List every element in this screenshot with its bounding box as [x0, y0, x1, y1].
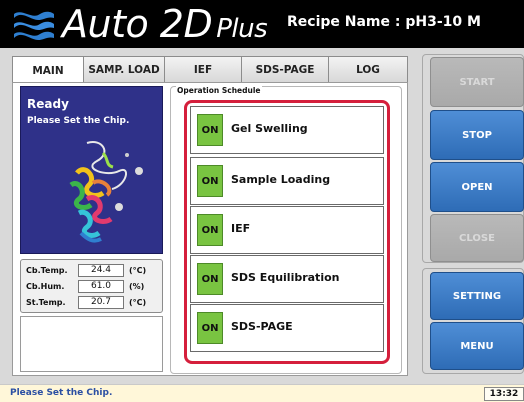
app-title: Auto 2D Plus	[62, 2, 268, 50]
step-sample-loading[interactable]: ON Sample Loading	[190, 157, 384, 205]
step-sds-equilibration[interactable]: ON SDS Equilibration	[190, 255, 384, 303]
step-name: SDS Equilibration	[231, 271, 340, 284]
open-button[interactable]: OPEN	[430, 162, 524, 212]
step-sds-page[interactable]: ON SDS-PAGE	[190, 304, 384, 352]
step-name: SDS-PAGE	[231, 320, 293, 333]
reading-label: Cb.Temp.	[26, 266, 68, 275]
tab-ief[interactable]: IEF	[164, 56, 242, 82]
status-title: Ready	[27, 97, 69, 111]
tab-bar: MAIN SAMP. LOAD IEF SDS-PAGE LOG	[12, 56, 408, 84]
app-title-main: Auto 2D	[62, 2, 213, 46]
reading-label: St.Temp.	[26, 298, 66, 307]
tab-main[interactable]: MAIN	[12, 56, 84, 84]
info-box	[20, 316, 163, 372]
reading-unit: (%)	[129, 282, 145, 291]
reading-unit: (°C)	[129, 266, 147, 275]
step-name: Sample Loading	[231, 173, 331, 186]
step-on-toggle[interactable]: ON	[197, 263, 223, 295]
reading-value: 20.7	[78, 296, 124, 309]
status-bar: Please Set the Chip. 13:32	[0, 384, 524, 402]
stop-button[interactable]: STOP	[430, 110, 524, 160]
status-message: Please Set the Chip.	[27, 116, 130, 126]
step-gel-swelling[interactable]: ON Gel Swelling	[190, 106, 384, 154]
app-title-plus: Plus	[216, 14, 268, 44]
sensor-readings: Cb.Temp. 24.4 (°C) Cb.Hum. 61.0 (%) St.T…	[20, 259, 163, 313]
reading-value: 61.0	[78, 280, 124, 293]
reading-value: 24.4	[78, 264, 124, 277]
step-ief[interactable]: ON IEF	[190, 206, 384, 254]
reading-label: Cb.Hum.	[26, 282, 65, 291]
tab-samp-load[interactable]: SAMP. LOAD	[83, 56, 165, 82]
step-on-toggle[interactable]: ON	[197, 114, 223, 146]
menu-button[interactable]: MENU	[430, 322, 524, 370]
reading-chamber-temp: Cb.Temp. 24.4 (°C)	[21, 264, 164, 278]
tab-sds-page[interactable]: SDS-PAGE	[241, 56, 329, 82]
recipe-name: Recipe Name : pH3-10 M	[287, 14, 481, 30]
step-on-toggle[interactable]: ON	[197, 165, 223, 197]
setting-button[interactable]: SETTING	[430, 272, 524, 320]
step-on-toggle[interactable]: ON	[197, 312, 223, 344]
tab-log[interactable]: LOG	[328, 56, 408, 82]
step-name: Gel Swelling	[231, 122, 308, 135]
start-button[interactable]: START	[430, 57, 524, 107]
reading-chamber-humidity: Cb.Hum. 61.0 (%)	[21, 280, 164, 294]
step-name: IEF	[231, 222, 251, 235]
logo-icon	[14, 11, 54, 40]
reading-stage-temp: St.Temp. 20.7 (°C)	[21, 296, 164, 310]
schedule-label: Operation Schedule	[176, 86, 262, 95]
close-button[interactable]: CLOSE	[430, 214, 524, 262]
reading-unit: (°C)	[129, 298, 147, 307]
app-header: Auto 2D Plus Recipe Name : pH3-10 M	[0, 0, 524, 48]
status-bar-message: Please Set the Chip.	[10, 388, 113, 398]
protein-structure-icon	[69, 141, 143, 243]
status-panel: Ready Please Set the Chip.	[20, 86, 163, 254]
step-on-toggle[interactable]: ON	[197, 214, 223, 246]
clock: 13:32	[484, 387, 524, 401]
